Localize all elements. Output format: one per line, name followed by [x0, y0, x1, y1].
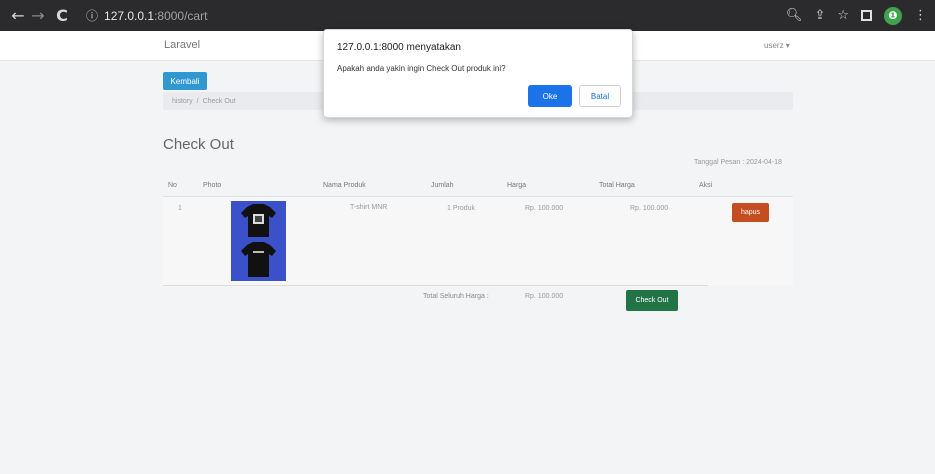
breadcrumb-current: Check Out: [202, 97, 236, 105]
header-nama-produk: Nama Produk: [323, 182, 366, 189]
star-icon[interactable]: ☆: [837, 8, 849, 23]
header-photo: Photo: [203, 182, 222, 189]
breadcrumb-separator: /: [196, 97, 199, 105]
page-title: Check Out: [163, 136, 234, 153]
url-path: :8000/cart: [154, 8, 208, 23]
dialog-message: Apakah anda yakin ingin Check Out produk…: [337, 64, 506, 73]
menu-icon[interactable]: ⋮: [914, 8, 927, 23]
header-total-harga: Total Harga: [599, 182, 635, 189]
row-jumlah: 1 Produk: [447, 205, 476, 212]
grand-total-value: Rp. 100.000: [525, 293, 564, 300]
tshirt-icon: [241, 204, 276, 277]
info-icon[interactable]: ⓘ: [86, 7, 98, 24]
ok-button[interactable]: Oke: [528, 85, 572, 107]
brand-link[interactable]: Laravel: [164, 39, 200, 51]
address-bar[interactable]: 127.0.0.1:8000/cart: [104, 9, 207, 23]
product-image: [231, 201, 286, 281]
row-no: 1: [178, 205, 182, 212]
share-icon[interactable]: ⇪: [814, 8, 825, 23]
hapus-button[interactable]: hapus: [732, 203, 769, 222]
total-divider: [163, 285, 708, 286]
zoom-icon[interactable]: 🔍︎: [786, 8, 803, 23]
url-host: 127.0.0.1: [104, 8, 155, 23]
cancel-button[interactable]: Batal: [579, 85, 621, 107]
order-date: Tanggal Pesan : 2024-04-18: [694, 159, 782, 166]
header-no: No: [168, 182, 177, 189]
row-harga: Rp. 100.000: [525, 205, 564, 212]
breadcrumb-history[interactable]: history: [172, 98, 193, 105]
checkout-button[interactable]: Check Out: [626, 290, 678, 311]
window-icon[interactable]: [861, 10, 872, 21]
forward-icon[interactable]: →: [28, 6, 48, 25]
user-dropdown[interactable]: userz ▾: [764, 41, 790, 50]
row-total-harga: Rp. 100.000: [630, 205, 669, 212]
back-button[interactable]: Kembali: [163, 72, 207, 90]
header-aksi: Aksi: [699, 182, 713, 189]
header-jumlah: Jumlah: [431, 182, 454, 189]
dialog-title: 127.0.0.1:8000 menyatakan: [337, 42, 461, 53]
confirm-dialog: 127.0.0.1:8000 menyatakan Apakah anda ya…: [323, 29, 633, 118]
browser-toolbar: ← → C ⓘ 127.0.0.1:8000/cart 🔍︎ ⇪ ☆ ❶ ⋮: [0, 0, 935, 31]
row-nama-produk: T-shirt MNR: [350, 204, 388, 211]
grand-total-label: Total Seluruh Harga :: [423, 293, 489, 300]
extension-icon[interactable]: ❶: [884, 6, 902, 25]
reload-icon[interactable]: C: [52, 6, 72, 25]
back-icon[interactable]: ←: [8, 6, 28, 25]
header-harga: Harga: [507, 182, 527, 189]
